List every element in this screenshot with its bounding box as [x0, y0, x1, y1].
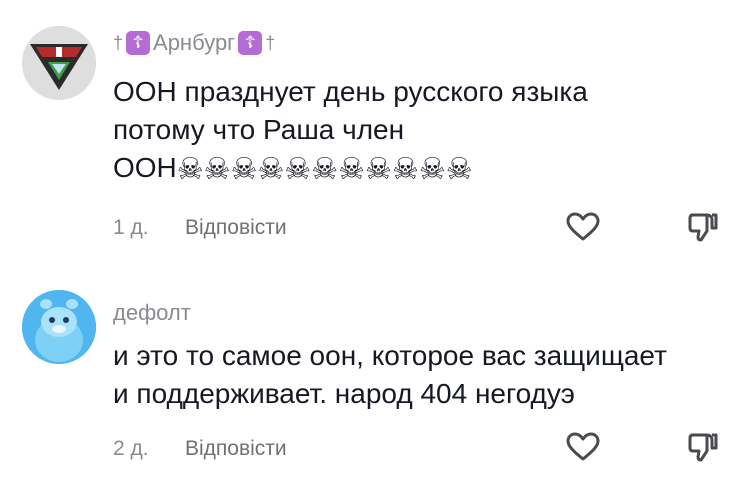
dislike-button[interactable] — [683, 207, 723, 247]
blue-cartoon-character-avatar-icon — [22, 290, 96, 364]
skull-emoji-row: ☠☠☠☠☠☠☠☠☠☠☠ — [176, 152, 473, 186]
cross-prefix: † — [113, 32, 124, 53]
thumbs-down-icon — [688, 433, 718, 462]
orthodox-cross-badge-icon: ☦ — [238, 31, 263, 55]
like-button[interactable] — [563, 207, 603, 247]
comment-text: и это то самое оон, которое вас защищает… — [113, 337, 733, 413]
red-triangle-flag-avatar-icon — [22, 26, 96, 100]
reply-button[interactable]: Відповісти — [185, 437, 287, 461]
username-text: дефолт — [113, 300, 191, 325]
username-text: Арнбург — [153, 30, 236, 55]
comment-item: дефолт и это то самое оон, которое вас з… — [0, 270, 750, 483]
comment-text-line: и поддерживает. народ 404 негодуэ — [113, 378, 575, 409]
reply-button[interactable]: Відповісти — [185, 216, 287, 240]
comment-text-line: и это то самое оон, которое вас защищает — [113, 340, 667, 371]
comment-text-line: потому что Раша член — [113, 114, 405, 145]
comment-meta: 1 д. Відповісти — [113, 216, 287, 240]
comment-text-line: ООН празднует день русского языка — [113, 76, 588, 107]
comment-meta: 2 д. Відповісти — [113, 437, 287, 461]
avatar[interactable] — [22, 26, 96, 100]
like-button[interactable] — [563, 427, 603, 467]
username[interactable]: † ☦ Арнбург ☦ † — [113, 30, 275, 56]
timestamp: 1 д. — [113, 216, 149, 239]
timestamp: 2 д. — [113, 437, 149, 460]
heart-outline-icon — [566, 432, 600, 461]
cross-suffix: † — [265, 32, 276, 53]
comment-text: ООН празднует день русского языка потому… — [113, 73, 733, 189]
thumbs-down-icon — [688, 213, 718, 242]
comment-item: † ☦ Арнбург ☦ † ООН празднует день русск… — [0, 0, 750, 260]
heart-outline-icon — [566, 212, 600, 241]
avatar[interactable] — [22, 290, 96, 364]
comment-text-line: ООН☠☠☠☠☠☠☠☠☠☠☠ — [113, 149, 733, 189]
comment-text-fragment: ООН — [113, 152, 177, 183]
dislike-button[interactable] — [683, 427, 723, 467]
username[interactable]: дефолт — [113, 300, 191, 326]
orthodox-cross-badge-icon: ☦ — [126, 31, 151, 55]
